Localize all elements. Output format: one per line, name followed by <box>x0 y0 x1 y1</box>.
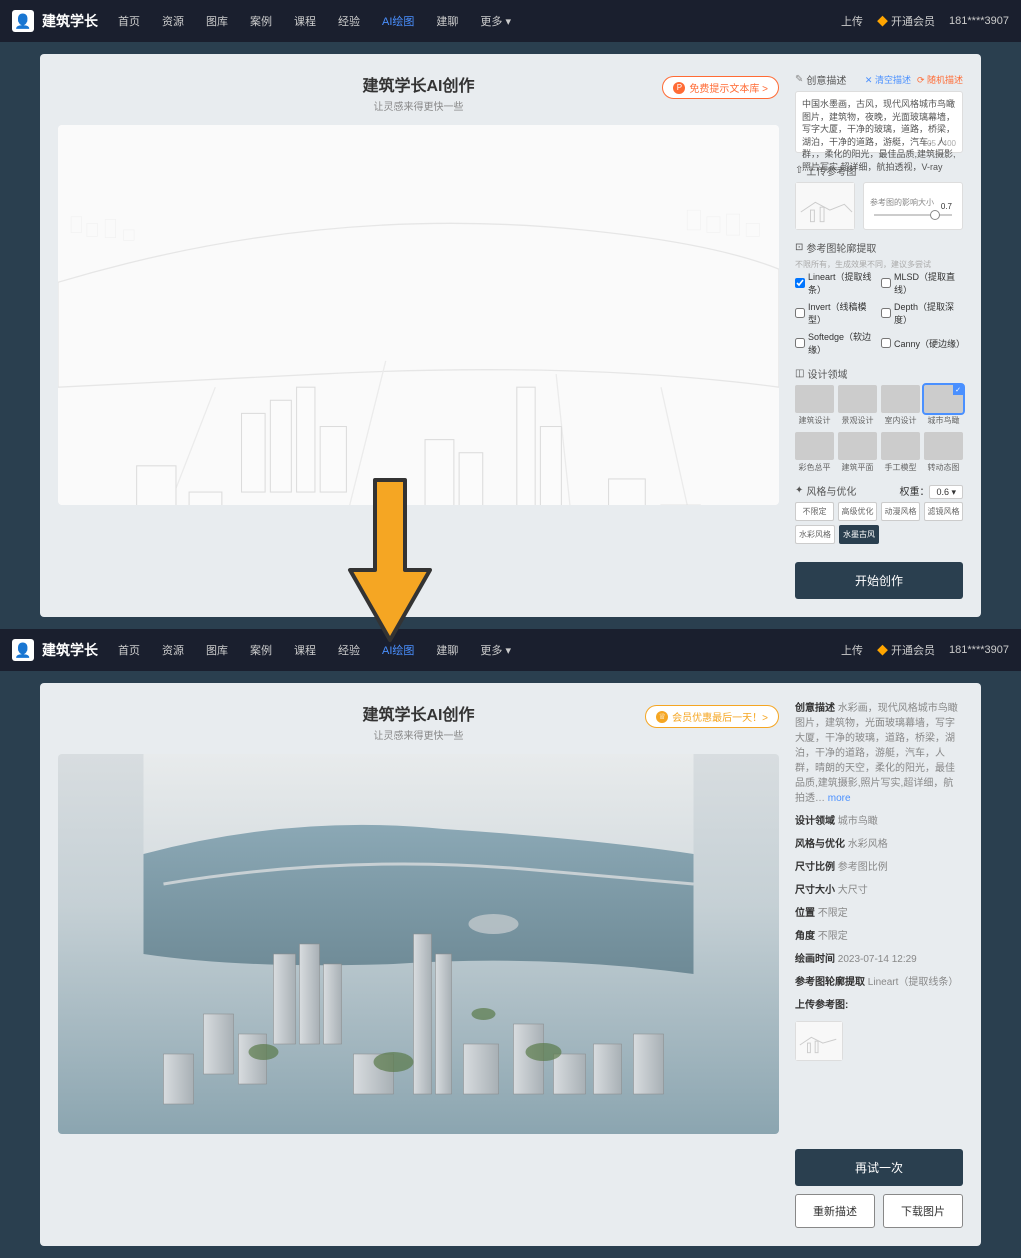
check-0[interactable]: Lineart（提取线条） <box>795 270 877 296</box>
nav-item-4[interactable]: 课程 <box>294 13 316 29</box>
nav-item-6[interactable]: AI绘图 <box>382 13 414 29</box>
outline-section-title: 参考图轮廓提取 <box>806 240 876 255</box>
navbar-top: 👤 建筑学长 首页资源图库案例课程经验AI绘图建聊更多 ▾ 上传 ◆ 开通会员 … <box>0 0 1021 42</box>
diamond-icon: ◆ <box>877 16 888 28</box>
page-subtitle: 让灵感来得更快一些 <box>58 727 779 742</box>
style-thumb-4[interactable] <box>795 432 834 460</box>
reference-thumbnail[interactable] <box>795 182 855 230</box>
crown-icon: ♕ <box>656 711 668 723</box>
logo-icon: 👤 <box>12 639 34 661</box>
char-counter: 105 / 400 <box>923 138 956 149</box>
style-tag[interactable]: 滤镜风格 <box>924 502 963 521</box>
check-5[interactable]: Canny（硬边缘） <box>881 330 963 356</box>
creation-panel: 建筑学长AI创作 让灵感来得更快一些 P 免费提示文本库 > <box>40 54 981 617</box>
page-subtitle: 让灵感来得更快一些 <box>58 98 779 113</box>
check-4[interactable]: Softedge（软边缘） <box>795 330 877 356</box>
nav-item-5[interactable]: 经验 <box>338 13 360 29</box>
nav-item-8[interactable]: 更多 ▾ <box>480 13 511 29</box>
library-icon: P <box>673 82 685 94</box>
result-image[interactable] <box>58 754 779 1134</box>
controls-sidebar: ✎ 创意描述 ✕ 清空描述 ⟳ 随机描述 中国水墨画，古风，现代风格城市鸟瞰图片… <box>795 72 963 599</box>
weight-select[interactable]: 0.6 ▾ <box>929 485 963 499</box>
style-thumb-0[interactable] <box>795 385 834 413</box>
result-ref-thumbnail[interactable] <box>795 1021 843 1061</box>
nav-item-1[interactable]: 资源 <box>162 642 184 658</box>
navbar-bottom: 👤 建筑学长 首页资源图库案例课程经验AI绘图建聊更多 ▾ 上传 ◆ 开通会员 … <box>0 629 1021 671</box>
brand: 建筑学长 <box>42 11 98 31</box>
user-phone[interactable]: 181****3907 <box>949 644 1009 656</box>
influence-slider-box: 参考图的影响大小 0.7 <box>863 182 963 230</box>
style-thumb-5[interactable] <box>838 432 877 460</box>
retry-button[interactable]: 再试一次 <box>795 1149 963 1186</box>
vip-link[interactable]: ◆ 开通会员 <box>877 13 935 29</box>
nav-item-2[interactable]: 图库 <box>206 642 228 658</box>
clear-prompt-link[interactable]: ✕ 清空描述 <box>865 73 911 86</box>
diamond-icon: ◆ <box>877 645 888 657</box>
ref-label: 上传参考图: <box>795 1000 848 1011</box>
download-button[interactable]: 下载图片 <box>883 1194 963 1228</box>
nav-item-2[interactable]: 图库 <box>206 13 228 29</box>
prompt-library-button[interactable]: P 免费提示文本库 > <box>662 76 779 99</box>
style-thumb-2[interactable] <box>881 385 920 413</box>
style-icon: ✦ <box>795 485 803 496</box>
style-tag[interactable]: 水墨古风 <box>839 525 879 544</box>
style-section-title: 风格与优化 <box>806 483 856 498</box>
brand: 建筑学长 <box>42 640 98 660</box>
nav-item-4[interactable]: 课程 <box>294 642 316 658</box>
nav-item-0[interactable]: 首页 <box>118 13 140 29</box>
upload-link[interactable]: 上传 <box>841 13 863 29</box>
pencil-icon: ✎ <box>795 74 803 85</box>
user-phone[interactable]: 181****3907 <box>949 15 1009 27</box>
style-thumb-6[interactable] <box>881 432 920 460</box>
check-1[interactable]: MLSD（提取直线） <box>881 270 963 296</box>
nav-item-0[interactable]: 首页 <box>118 642 140 658</box>
style-tag[interactable]: 动漫风格 <box>881 502 920 521</box>
result-panel: 建筑学长AI创作 让灵感来得更快一些 ♕ 会员优惠最后一天！> <box>40 683 981 1246</box>
check-2[interactable]: Invert（线稿模型） <box>795 300 877 326</box>
desc-text: 水彩画，现代风格城市鸟瞰图片，建筑物，光面玻璃幕墙，写字大厦，干净的玻璃，道路，… <box>795 703 958 804</box>
random-prompt-link[interactable]: ⟳ 随机描述 <box>917 73 963 86</box>
style-thumb-1[interactable] <box>838 385 877 413</box>
nav-item-1[interactable]: 资源 <box>162 13 184 29</box>
reference-canvas <box>58 125 779 505</box>
vip-promo-button[interactable]: ♕ 会员优惠最后一天！> <box>645 705 779 728</box>
nav-item-8[interactable]: 更多 ▾ <box>480 642 511 658</box>
prompt-textarea[interactable]: 中国水墨画，古风，现代风格城市鸟瞰图片，建筑物，夜晚，光面玻璃幕墙，写字大厦，干… <box>795 91 963 153</box>
vip-link[interactable]: ◆ 开通会员 <box>877 642 935 658</box>
style-tag[interactable]: 高级优化 <box>838 502 877 521</box>
style-thumb-7[interactable] <box>924 432 963 460</box>
redesign-button[interactable]: 重新描述 <box>795 1194 875 1228</box>
influence-slider[interactable]: 0.7 <box>874 214 952 216</box>
nav-item-7[interactable]: 建聊 <box>436 13 458 29</box>
arrow-down-icon <box>340 470 440 653</box>
nav-item-3[interactable]: 案例 <box>250 642 272 658</box>
check-3[interactable]: Depth（提取深度） <box>881 300 963 326</box>
design-icon: ◫ <box>795 368 804 379</box>
outline-icon: ⊡ <box>795 242 803 253</box>
logo-icon: 👤 <box>12 10 34 32</box>
prompt-section-title: 创意描述 <box>806 72 846 87</box>
design-section-title: 设计领域 <box>807 366 847 381</box>
style-tag[interactable]: 不限定 <box>795 502 834 521</box>
outline-hint: 不限所有，生成效果不同，建议多尝试 <box>795 259 963 270</box>
style-thumb-3[interactable] <box>924 385 963 413</box>
more-link[interactable]: more <box>828 793 851 804</box>
upload-link[interactable]: 上传 <box>841 642 863 658</box>
style-tag[interactable]: 水彩风格 <box>795 525 835 544</box>
start-creation-button[interactable]: 开始创作 <box>795 562 963 599</box>
desc-label: 创意描述 <box>795 703 835 714</box>
nav-item-3[interactable]: 案例 <box>250 13 272 29</box>
